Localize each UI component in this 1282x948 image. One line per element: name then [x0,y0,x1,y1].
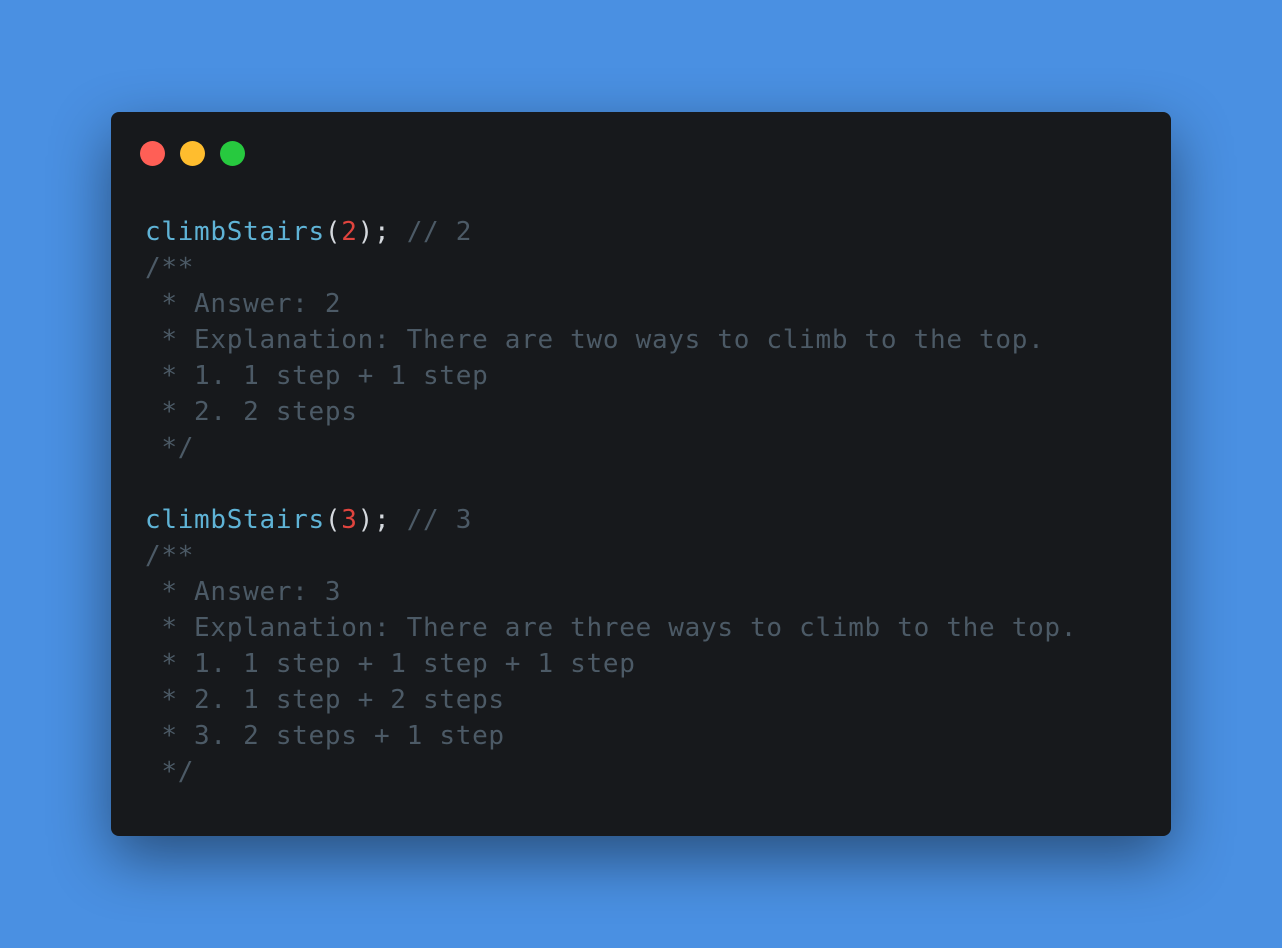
doc-comment-line: * Answer: 2 [145,289,342,319]
doc-comment-line: */ [145,757,195,787]
function-name: climbStairs [145,505,325,535]
doc-comment-line: * 1. 1 step + 1 step [145,361,489,391]
doc-comment-line: */ [145,433,195,463]
code-window: climbStairs(2); // 2/** * Answer: 2 * Ex… [111,112,1171,836]
close-dot[interactable] [140,141,165,166]
doc-comment-line: * Explanation: There are two ways to cli… [145,325,1045,355]
inline-comment: // 2 [406,217,473,247]
inline-comment: // 3 [406,505,473,535]
minimize-dot[interactable] [180,141,205,166]
close-paren: ); [357,217,391,247]
code-snippet: climbStairs(2); // 2/** * Answer: 2 * Ex… [145,214,1077,790]
code-line-call: climbStairs(3); // 3 [145,502,1077,538]
doc-comment-line: * 2. 2 steps [145,397,358,427]
open-paren: ( [324,217,342,247]
close-paren: ); [357,505,391,535]
doc-comment-line: /** [145,541,195,571]
doc-comment-line: * 1. 1 step + 1 step + 1 step [145,649,636,679]
code-line-call: climbStairs(2); // 2 [145,214,1077,250]
doc-comment-line: * Answer: 3 [145,577,342,607]
open-paren: ( [324,505,342,535]
argument: 2 [341,217,358,247]
doc-comment-line: * 2. 1 step + 2 steps [145,685,505,715]
function-name: climbStairs [145,217,325,247]
doc-comment-line: /** [145,253,195,283]
doc-comment-line: * 3. 2 steps + 1 step [145,721,505,751]
argument: 3 [341,505,358,535]
zoom-dot[interactable] [220,141,245,166]
doc-comment-line: * Explanation: There are three ways to c… [145,613,1078,643]
